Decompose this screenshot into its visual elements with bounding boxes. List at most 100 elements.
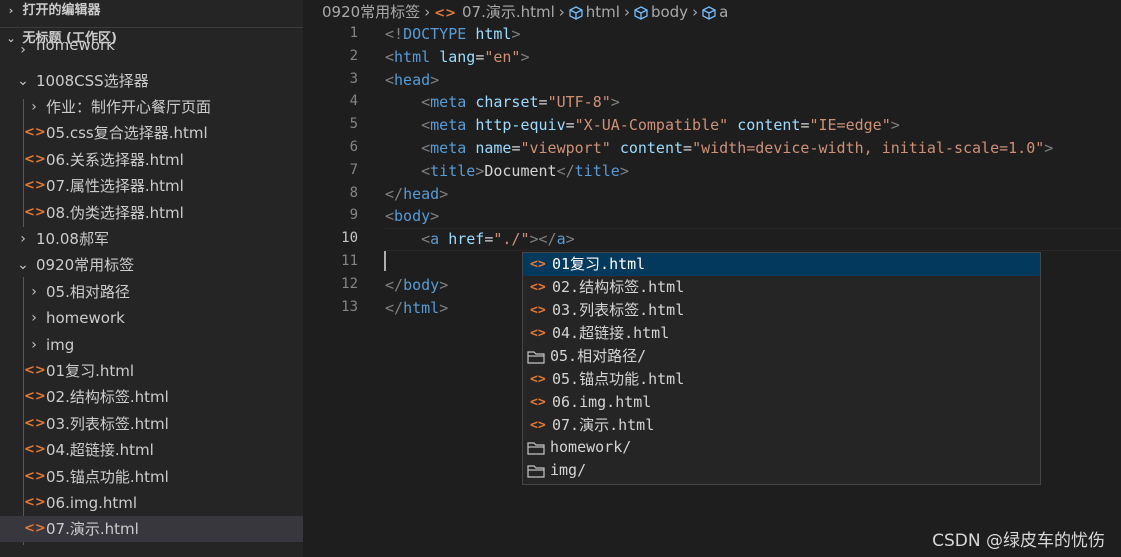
suggest-item[interactable]: img/ xyxy=(523,459,1040,482)
code-line[interactable]: <html lang="en"> xyxy=(385,48,530,66)
line-number: 13 xyxy=(341,299,358,315)
tree-item-label: 07.属性选择器.html xyxy=(46,177,184,195)
watermark: CSDN @绿皮车的忧伤 xyxy=(932,531,1105,551)
tag-name: html xyxy=(403,299,440,317)
html-file-icon: <> xyxy=(24,416,46,431)
tag-name: head xyxy=(403,185,440,203)
tree-item-label: 03.列表标签.html xyxy=(46,415,169,433)
punct: > xyxy=(430,71,440,89)
breadcrumb-folder[interactable]: 0920常用标签 xyxy=(322,3,420,21)
line-number: 6 xyxy=(349,139,358,155)
suggest-item-label: img/ xyxy=(550,461,587,479)
tree-item-file[interactable]: <> 05.css复合选择器.html xyxy=(0,120,303,146)
suggest-item[interactable]: <> 04.超链接.html xyxy=(523,322,1040,345)
tree-item-folder[interactable]: › img xyxy=(0,332,303,358)
suggest-item[interactable]: <> 05.锚点功能.html xyxy=(523,368,1040,391)
suggest-item-label: 05.锚点功能.html xyxy=(552,370,685,388)
code-line[interactable]: <body> xyxy=(385,207,439,225)
text-cursor xyxy=(384,251,386,271)
punct: </ xyxy=(385,185,404,203)
punct: > xyxy=(565,230,575,248)
tag-name: a xyxy=(430,230,440,248)
punct: > xyxy=(529,230,539,248)
code-line[interactable]: <meta name="viewport" content="width=dev… xyxy=(385,139,1053,157)
suggest-item[interactable]: <> 06.img.html xyxy=(523,391,1040,414)
tree-item-folder[interactable]: › 作业：制作开心餐厅页面 xyxy=(0,94,303,120)
breadcrumb-html[interactable]: html xyxy=(586,3,620,21)
tree-item-label: 02.结构标签.html xyxy=(46,388,169,406)
suggest-item[interactable]: homework/ xyxy=(523,436,1040,459)
html-file-icon: <> xyxy=(24,205,46,220)
html-file-icon: <> xyxy=(24,152,46,167)
tree-item-folder[interactable]: › homework xyxy=(0,305,303,331)
suggest-item-label: 03.列表标签.html xyxy=(552,301,685,319)
punct: > xyxy=(890,116,900,134)
code-line[interactable]: <meta http-equiv="X-UA-Compatible" conte… xyxy=(385,116,900,134)
breadcrumb-body[interactable]: body xyxy=(651,3,688,21)
attr-name: lang xyxy=(439,48,476,66)
tree-item-label: 06.关系选择器.html xyxy=(46,151,184,169)
tree-item-label: 04.超链接.html xyxy=(46,441,154,459)
code-line-active[interactable]: <a href="./"></a> xyxy=(385,230,575,248)
attr-value: "en" xyxy=(484,48,521,66)
tree-item-label: 05.相对路径 xyxy=(46,283,130,301)
code-line[interactable]: </html> xyxy=(385,299,448,317)
tree-item-file[interactable]: <> 04.超链接.html xyxy=(0,437,303,463)
suggest-item[interactable]: <> 02.结构标签.html xyxy=(523,276,1040,299)
suggest-item-label: 06.img.html xyxy=(552,393,652,411)
punct: > xyxy=(430,207,440,225)
punct: < xyxy=(421,93,431,111)
breadcrumb-file[interactable]: 07.演示.html xyxy=(462,3,555,21)
chevron-right-icon: › xyxy=(20,231,26,247)
html-file-icon: <> xyxy=(24,521,46,536)
tree-item-file[interactable]: <> 01复习.html xyxy=(0,358,303,384)
suggest-item[interactable]: 05.相对路径/ xyxy=(523,345,1040,368)
tree-item-file[interactable]: <> 02.结构标签.html xyxy=(0,384,303,410)
tree-item-file[interactable]: <> 03.列表标签.html xyxy=(0,411,303,437)
punct: < xyxy=(385,71,395,89)
tree-item-file[interactable]: <> 07.属性选择器.html xyxy=(0,173,303,199)
attr-name: charset xyxy=(475,93,539,111)
punct: > xyxy=(520,48,530,66)
code-line[interactable]: <!DOCTYPE html> xyxy=(385,25,520,43)
tree-item-file-selected[interactable]: <> 07.演示.html xyxy=(0,516,303,542)
punct: < xyxy=(385,207,395,225)
folder-icon xyxy=(527,351,545,364)
attr-value: "./" xyxy=(493,230,530,248)
tree-item-file[interactable]: <> 08.伪类选择器.html xyxy=(0,200,303,226)
tag-name: html xyxy=(394,48,431,66)
tree-item-label: homework xyxy=(36,42,115,54)
tag-name: a xyxy=(556,230,566,248)
html-file-icon: <> xyxy=(24,363,46,378)
code-line[interactable]: <head> xyxy=(385,71,439,89)
tree-item-file[interactable]: <> 06.img.html xyxy=(0,490,303,516)
tree-item-1008[interactable]: › 10.08郝军 xyxy=(0,226,303,252)
tag-name: meta xyxy=(430,93,467,111)
code-line[interactable]: </body> xyxy=(385,276,448,294)
tree-item-file[interactable]: <> 05.锚点功能.html xyxy=(0,464,303,490)
autocomplete-suggest-widget[interactable]: <> 01复习.html <> 02.结构标签.html <> 03.列表标签.… xyxy=(522,252,1041,485)
suggest-item[interactable]: <> 07.演示.html xyxy=(523,414,1040,437)
code-line[interactable]: <meta charset="UTF-8"> xyxy=(385,93,620,111)
code-line[interactable]: </head> xyxy=(385,185,448,203)
tree-item-0920[interactable]: ⌄ 0920常用标签 xyxy=(0,252,303,278)
html-file-icon: <> xyxy=(530,418,546,433)
tree-item-file[interactable]: <> 06.关系选择器.html xyxy=(0,147,303,173)
attr-name: content xyxy=(619,139,684,157)
tag-name: meta xyxy=(430,139,467,157)
tree-item-1008css[interactable]: ⌄ 1008CSS选择器 xyxy=(0,68,303,94)
suggest-item-focused[interactable]: <> 01复习.html xyxy=(523,253,1040,276)
punct: > xyxy=(439,299,449,317)
html-file-icon: <> xyxy=(24,389,46,404)
suggest-item[interactable]: <> 03.列表标签.html xyxy=(523,299,1040,322)
tree-item-label: 1008CSS选择器 xyxy=(36,72,149,90)
open-editors-header[interactable]: › 打开的编辑器 xyxy=(0,0,303,22)
punct: </ xyxy=(385,299,404,317)
code-line[interactable]: <title>Document</title> xyxy=(385,162,629,180)
line-number: 7 xyxy=(349,162,358,178)
code-editor[interactable]: 0920常用标签 › <> 07.演示.html › html › body › a 1 2 3 … xyxy=(303,0,1121,557)
tree-item-folder[interactable]: › 05.相对路径 xyxy=(0,279,303,305)
doctype-value: html xyxy=(475,25,512,43)
tree-item-homework[interactable]: › homework xyxy=(0,42,303,58)
breadcrumb-a[interactable]: a xyxy=(719,3,728,21)
